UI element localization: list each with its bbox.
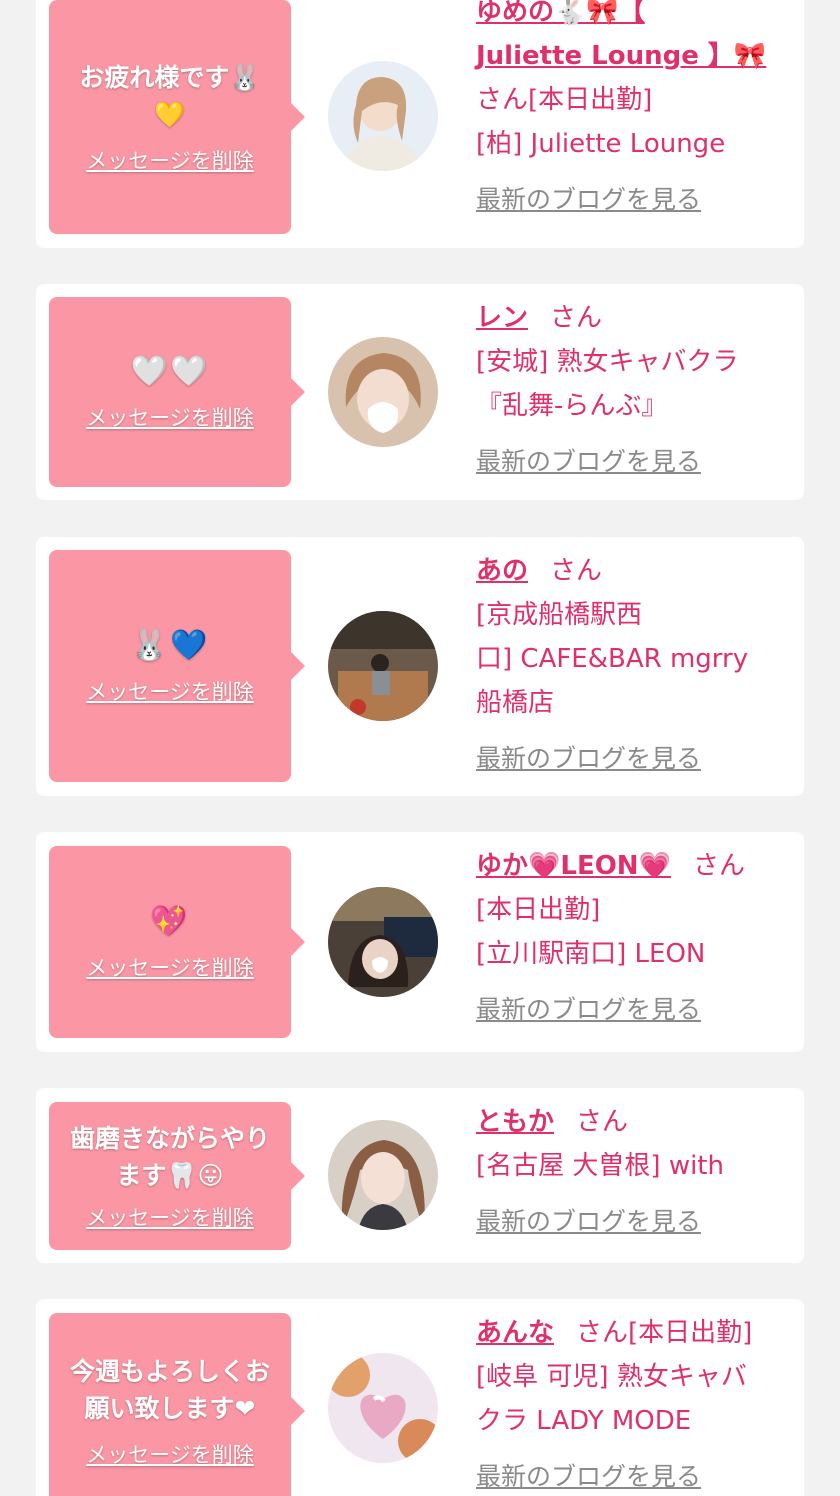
cast-info: レン さん [安城] 熟女キャバクラ『乱舞-らんぶ』 最新のブログを見る bbox=[476, 296, 781, 478]
work-status: [本日出勤] bbox=[628, 1318, 753, 1348]
latest-blog-link[interactable]: 最新のブログを見る bbox=[476, 1457, 701, 1493]
delete-message-link[interactable]: メッセージを削除 bbox=[86, 1439, 254, 1469]
message-bubble: 🐰💙 メッセージを削除 bbox=[49, 550, 305, 782]
message-card: 🐰💙 メッセージを削除 あの さん [京成船橋駅西 口] CAFE&BAR mgr… bbox=[36, 537, 804, 796]
latest-blog-link[interactable]: 最新のブログを見る bbox=[476, 1202, 701, 1238]
message-bubble: 🤍🤍 メッセージを削除 bbox=[49, 297, 305, 487]
message-text: 🐰💙 bbox=[130, 627, 210, 663]
latest-blog-link[interactable]: 最新のブログを見る bbox=[476, 180, 701, 216]
message-text: 🤍🤍 bbox=[130, 353, 210, 389]
latest-blog-link[interactable]: 最新のブログを見る bbox=[476, 442, 701, 478]
avatar[interactable] bbox=[328, 61, 438, 171]
cast-info: ゆか💗LEON💗 さん [本日出勤] [立川駅南口] LEON 最新のブログを見る bbox=[476, 844, 781, 1026]
latest-blog-link[interactable]: 最新のブログを見る bbox=[476, 990, 701, 1026]
delete-message-link[interactable]: メッセージを削除 bbox=[86, 402, 254, 432]
avatar[interactable] bbox=[328, 337, 438, 447]
cast-name-link[interactable]: ゆめの🐇🎀【 Juliette Lounge 】🎀 bbox=[476, 0, 781, 78]
delete-message-link[interactable]: メッセージを削除 bbox=[86, 1202, 254, 1232]
delete-message-link[interactable]: メッセージを削除 bbox=[86, 676, 254, 706]
message-list: お疲れ様です🐰 💛 メッセージを削除 ゆめの🐇🎀【 Juliette Loung… bbox=[0, 0, 840, 1496]
message-card: お疲れ様です🐰 💛 メッセージを削除 ゆめの🐇🎀【 Juliette Loung… bbox=[36, 0, 804, 248]
shop-name: [安城] 熟女キャバクラ『乱舞-らんぶ』 bbox=[476, 347, 739, 421]
message-card: 歯磨きながらやり ます🦷😛 メッセージを削除 ともか さん [名古屋 大曽根] w… bbox=[36, 1088, 804, 1263]
delete-message-link[interactable]: メッセージを削除 bbox=[86, 952, 254, 982]
message-text: 歯磨きながらやり ます🦷😛 bbox=[69, 1124, 270, 1190]
cast-name-link[interactable]: あんな bbox=[476, 1318, 554, 1348]
cast-info: ゆめの🐇🎀【 Juliette Lounge 】🎀 さん[本日出勤] [柏] J… bbox=[476, 0, 781, 216]
delete-message-link[interactable]: メッセージを削除 bbox=[86, 145, 254, 175]
message-bubble: 今週もよろしくお 願い致します❤ メッセージを削除 bbox=[49, 1313, 305, 1496]
cast-info: あの さん [京成船橋駅西 口] CAFE&BAR mgrry 船橋店 最新のブロ… bbox=[476, 549, 781, 775]
avatar[interactable] bbox=[328, 611, 438, 721]
honorific: さん bbox=[692, 851, 745, 881]
message-bubble: 歯磨きながらやり ます🦷😛 メッセージを削除 bbox=[49, 1102, 305, 1250]
cast-name-link[interactable]: ともか bbox=[476, 1107, 554, 1137]
message-bubble: 💖 メッセージを削除 bbox=[49, 846, 305, 1038]
work-status: [本日出勤] bbox=[476, 895, 601, 925]
message-bubble: お疲れ様です🐰 💛 メッセージを削除 bbox=[49, 0, 305, 234]
cast-name-link[interactable]: あの bbox=[476, 556, 528, 586]
work-status: [本日出勤] bbox=[528, 85, 653, 115]
message-text: 💖 bbox=[150, 903, 190, 939]
shop-name: [名古屋 大曽根] with bbox=[476, 1151, 724, 1181]
shop-name: [立川駅南口] LEON bbox=[476, 939, 706, 969]
message-card: 🤍🤍 メッセージを削除 レン さん [安城] 熟女キャバクラ『乱舞-らんぶ』 最新… bbox=[36, 284, 804, 500]
shop-name: [京成船橋駅西 口] CAFE&BAR mgrry 船橋店 bbox=[476, 600, 749, 718]
message-text: お疲れ様です🐰 💛 bbox=[79, 63, 261, 129]
honorific: さん bbox=[550, 556, 603, 586]
message-text: 今週もよろしくお 願い致します❤ bbox=[69, 1356, 270, 1423]
cast-info: ともか さん [名古屋 大曽根] with 最新のブログを見る bbox=[476, 1100, 781, 1238]
honorific: さん bbox=[476, 85, 529, 115]
message-card: 💖 メッセージを削除 ゆか💗LEON💗 さん [本日出勤] [立川駅南口] LEO… bbox=[36, 832, 804, 1052]
honorific: さん bbox=[550, 303, 603, 333]
avatar[interactable] bbox=[328, 1353, 438, 1463]
shop-name: [柏] Juliette Lounge bbox=[476, 129, 726, 159]
cast-info: あんな さん[本日出勤] [岐阜 可児] 熟女キャバ クラ LADY MODE 最… bbox=[476, 1311, 781, 1493]
message-card: 今週もよろしくお 願い致します❤ メッセージを削除 あんな さん[本日出勤] [岐… bbox=[36, 1299, 804, 1496]
cast-name-link[interactable]: ゆか💗LEON💗 bbox=[476, 851, 671, 881]
shop-name: [岐阜 可児] 熟女キャバ クラ LADY MODE bbox=[476, 1362, 747, 1436]
honorific: さん bbox=[576, 1107, 629, 1137]
latest-blog-link[interactable]: 最新のブログを見る bbox=[476, 739, 701, 775]
avatar[interactable] bbox=[328, 1120, 438, 1230]
honorific: さん bbox=[576, 1318, 629, 1348]
avatar[interactable] bbox=[328, 887, 438, 997]
cast-name-link[interactable]: レン bbox=[476, 303, 528, 333]
